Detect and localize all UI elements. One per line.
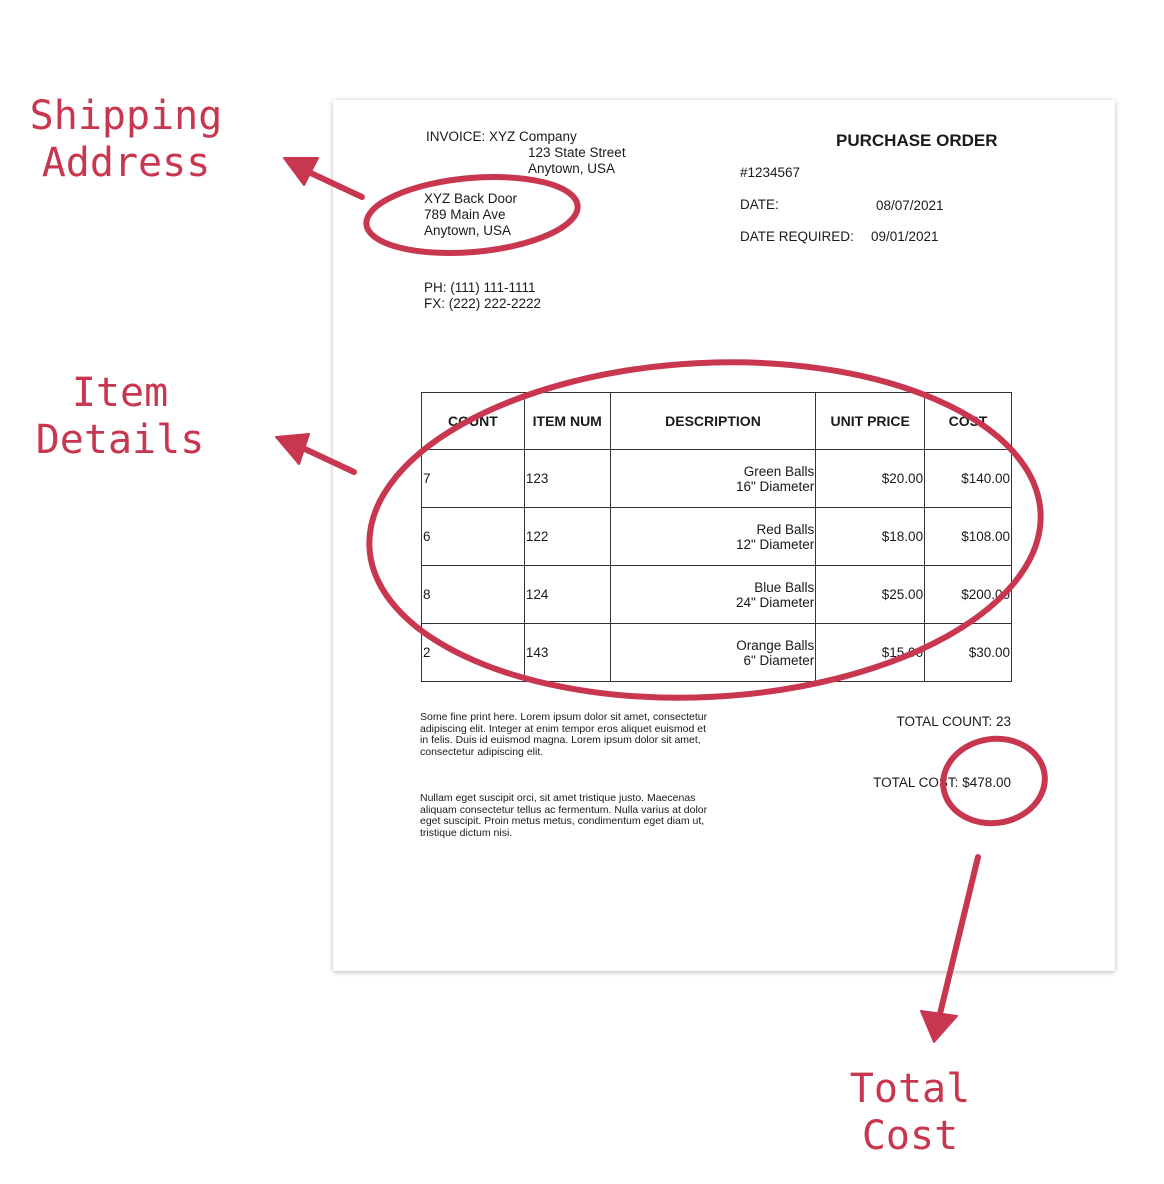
unit-price-cell: $25.00 — [815, 565, 926, 624]
item-num-cell: 122 — [523, 507, 611, 566]
date-label: DATE: — [740, 197, 779, 212]
date-required-label: DATE REQUIRED: — [740, 229, 854, 244]
table-row: 6 122 Red Balls 12" Diameter $18.00 $108.… — [421, 507, 1012, 566]
company-city: Anytown, USA — [528, 161, 616, 176]
description-size: 24" Diameter — [735, 594, 815, 610]
item-details-arrow-head — [275, 433, 310, 465]
invoice-label: INVOICE: — [426, 129, 486, 144]
item-num-cell: 124 — [523, 565, 611, 624]
date-value: 08/07/2021 — [876, 198, 944, 213]
po-number: #1234567 — [740, 165, 801, 180]
total-count-label: TOTAL COUNT: — [896, 714, 993, 729]
phone-number: PH: (111) 111-1111 — [424, 280, 536, 295]
description-size: 6" Diameter — [743, 652, 815, 668]
total-cost-label: TOTAL COST: — [873, 775, 959, 790]
total-cost: TOTAL COST: $478.00 — [873, 775, 1011, 790]
item-num-cell: 123 — [523, 449, 611, 508]
table-row: 2 143 Orange Balls 6" Diameter $15.00 $30… — [421, 623, 1012, 682]
description-name: Green Balls — [743, 463, 815, 479]
item-details-annotation: Item Details — [35, 370, 205, 463]
count-cell: 2 — [421, 623, 525, 682]
total-count-value: 23 — [995, 714, 1011, 729]
table-row: 7 123 Green Balls 16" Diameter $20.00 $14… — [421, 449, 1012, 508]
purchase-order-document: INVOICE: XYZ Company 123 State Street An… — [333, 100, 1115, 971]
description-cell: Red Balls 12" Diameter — [609, 507, 817, 566]
description-cell: Green Balls 16" Diameter — [609, 449, 817, 508]
fine-print-paragraph-2: Nullam eget suscipit orci, sit amet tris… — [420, 792, 708, 839]
cost-cell: $30.00 — [924, 623, 1012, 682]
ship-to-line-3: Anytown, USA — [424, 223, 512, 238]
cost-cell: $140.00 — [924, 449, 1012, 508]
header-cost: COST — [924, 392, 1012, 450]
total-cost-value: $478.00 — [962, 775, 1011, 790]
header-item-num: ITEM NUM — [523, 392, 611, 450]
cost-cell: $200.00 — [924, 565, 1012, 624]
header-description: DESCRIPTION — [609, 392, 817, 450]
cost-cell: $108.00 — [924, 507, 1012, 566]
shipping-address-annotation: Shipping Address — [29, 93, 223, 186]
count-cell: 7 — [421, 449, 525, 508]
header-unit-price: UNIT PRICE — [815, 392, 926, 450]
description-cell: Orange Balls 6" Diameter — [609, 623, 817, 682]
total-cost-arrow-head — [920, 1010, 958, 1043]
items-table: COUNT ITEM NUM DESCRIPTION UNIT PRICE CO… — [421, 392, 1012, 682]
date-required-value: 09/01/2021 — [871, 229, 939, 244]
table-row: 8 124 Blue Balls 24" Diameter $25.00 $200… — [421, 565, 1012, 624]
fine-print-paragraph-1: Some fine print here. Lorem ipsum dolor … — [420, 711, 708, 758]
description-size: 16" Diameter — [735, 478, 815, 494]
table-header-row: COUNT ITEM NUM DESCRIPTION UNIT PRICE CO… — [421, 392, 1012, 450]
page-title: PURCHASE ORDER — [836, 131, 998, 150]
company-street: 123 State Street — [528, 145, 626, 160]
description-size: 12" Diameter — [735, 536, 815, 552]
total-count: TOTAL COUNT: 23 — [896, 714, 1011, 729]
header-count: COUNT — [421, 392, 525, 450]
ship-to-line-1: XYZ Back Door — [424, 191, 518, 206]
shipping-arrow-head — [283, 157, 319, 186]
description-name: Orange Balls — [736, 637, 815, 653]
count-cell: 6 — [421, 507, 525, 566]
unit-price-cell: $15.00 — [815, 623, 926, 682]
fax-number: FX: (222) 222-2222 — [424, 296, 542, 311]
company-name: XYZ Company — [489, 129, 577, 144]
description-name: Red Balls — [756, 521, 815, 537]
unit-price-cell: $18.00 — [815, 507, 926, 566]
description-cell: Blue Balls 24" Diameter — [609, 565, 817, 624]
item-num-cell: 143 — [523, 623, 611, 682]
total-cost-annotation: Total Cost — [849, 1066, 971, 1159]
ship-to-line-2: 789 Main Ave — [424, 207, 506, 222]
count-cell: 8 — [421, 565, 525, 624]
unit-price-cell: $20.00 — [815, 449, 926, 508]
description-name: Blue Balls — [754, 579, 815, 595]
